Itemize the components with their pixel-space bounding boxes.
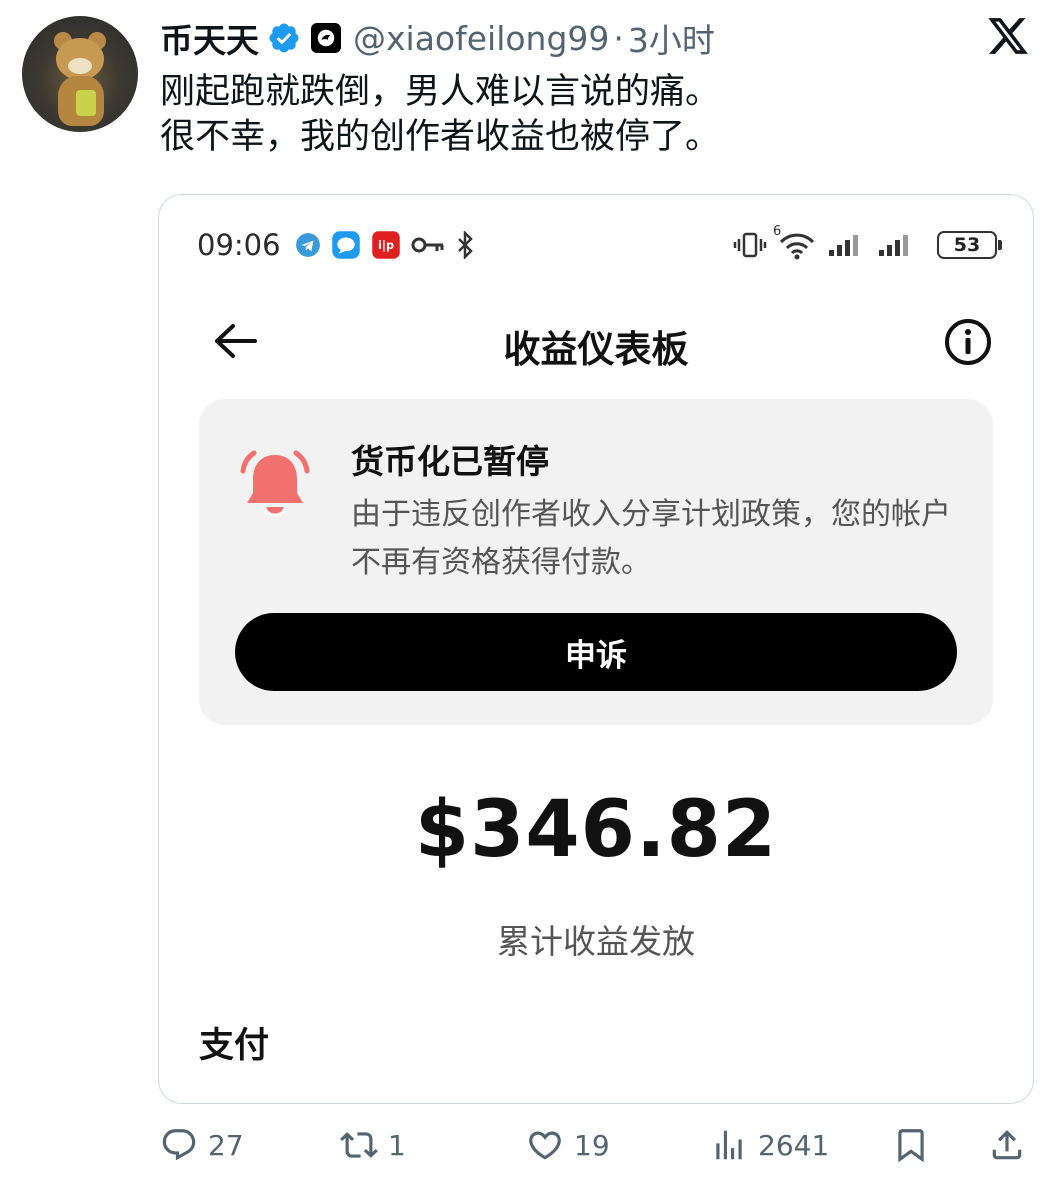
message-icon	[331, 230, 361, 260]
monetization-paused-notice: 货币化已暂停 由于违反创作者收入分享计划政策，您的帐户不再有资格获得付款。 申诉	[199, 399, 993, 725]
earnings-amount: $346.82	[414, 785, 778, 875]
key-icon	[411, 233, 445, 257]
reply-button[interactable]: 27	[160, 1122, 244, 1168]
display-name[interactable]: 币天天	[160, 14, 259, 62]
share-button[interactable]	[988, 1122, 1026, 1168]
svg-text:i|p: i|p	[378, 239, 394, 252]
app-bar: 收益仪表板	[159, 307, 1033, 377]
status-time: 09:06	[197, 228, 281, 262]
tweet-text: 刚起跑就跌倒，男人难以言说的痛。 很不幸，我的创作者收益也被停了。	[160, 70, 720, 160]
like-count: 19	[574, 1128, 610, 1162]
bell-icon	[240, 450, 310, 517]
repost-button[interactable]: 1	[340, 1122, 406, 1168]
x-logo-icon[interactable]	[986, 14, 1030, 58]
avatar[interactable]	[22, 16, 138, 132]
tweet-line: 刚起跑就跌倒，男人难以言说的痛。	[160, 72, 721, 112]
like-icon	[529, 1131, 561, 1160]
notice-body: 由于违反创作者收入分享计划政策，您的帐户不再有资格获得付款。	[351, 497, 951, 580]
user-handle[interactable]: @xiaofeilong99	[353, 19, 609, 58]
bluetooth-icon	[455, 231, 475, 259]
views-icon	[716, 1130, 742, 1160]
earnings-label: 累计收益发放	[497, 922, 695, 961]
repost-icon	[340, 1132, 378, 1158]
like-button[interactable]: 19	[526, 1122, 610, 1168]
signal-icon	[877, 232, 917, 258]
battery-icon: 53	[937, 231, 1002, 259]
signal-icon	[827, 232, 867, 258]
separator-dot: ·	[613, 18, 624, 58]
telegram-icon	[295, 232, 321, 258]
share-icon	[992, 1130, 1022, 1160]
views-button[interactable]: 2641	[710, 1122, 829, 1168]
bookmark-icon	[898, 1129, 924, 1163]
views-count: 2641	[758, 1128, 830, 1162]
reply-icon	[162, 1129, 196, 1161]
network-badge: 6	[773, 224, 782, 239]
reply-count: 27	[208, 1128, 244, 1162]
payments-section-title: 支付	[199, 1026, 270, 1066]
appeal-button[interactable]: 申诉	[235, 613, 957, 691]
notice-title: 货币化已暂停	[351, 442, 549, 481]
repost-count: 1	[388, 1128, 406, 1162]
vibrate-icon	[733, 231, 767, 259]
tweet-line: 很不幸，我的创作者收益也被停了。	[160, 117, 721, 157]
affiliate-badge-icon[interactable]	[311, 23, 341, 53]
wifi-icon: 6	[773, 224, 817, 260]
app-icon: i|p	[371, 230, 401, 260]
info-icon[interactable]	[943, 317, 993, 367]
verified-icon	[269, 23, 299, 53]
page-title: 收益仪表板	[503, 328, 689, 371]
tweet-header: 币天天 @xiaofeilong99 · 3小时	[160, 14, 715, 62]
timestamp[interactable]: 3小时	[628, 14, 715, 62]
bookmark-button[interactable]	[892, 1122, 930, 1168]
media-attachment[interactable]: 09:06 i|p 6 53 收益仪表板 货币化已暂停 由于违反创作者收入分享计…	[158, 194, 1034, 1104]
status-bar: 09:06 i|p 6 53	[197, 224, 1002, 265]
